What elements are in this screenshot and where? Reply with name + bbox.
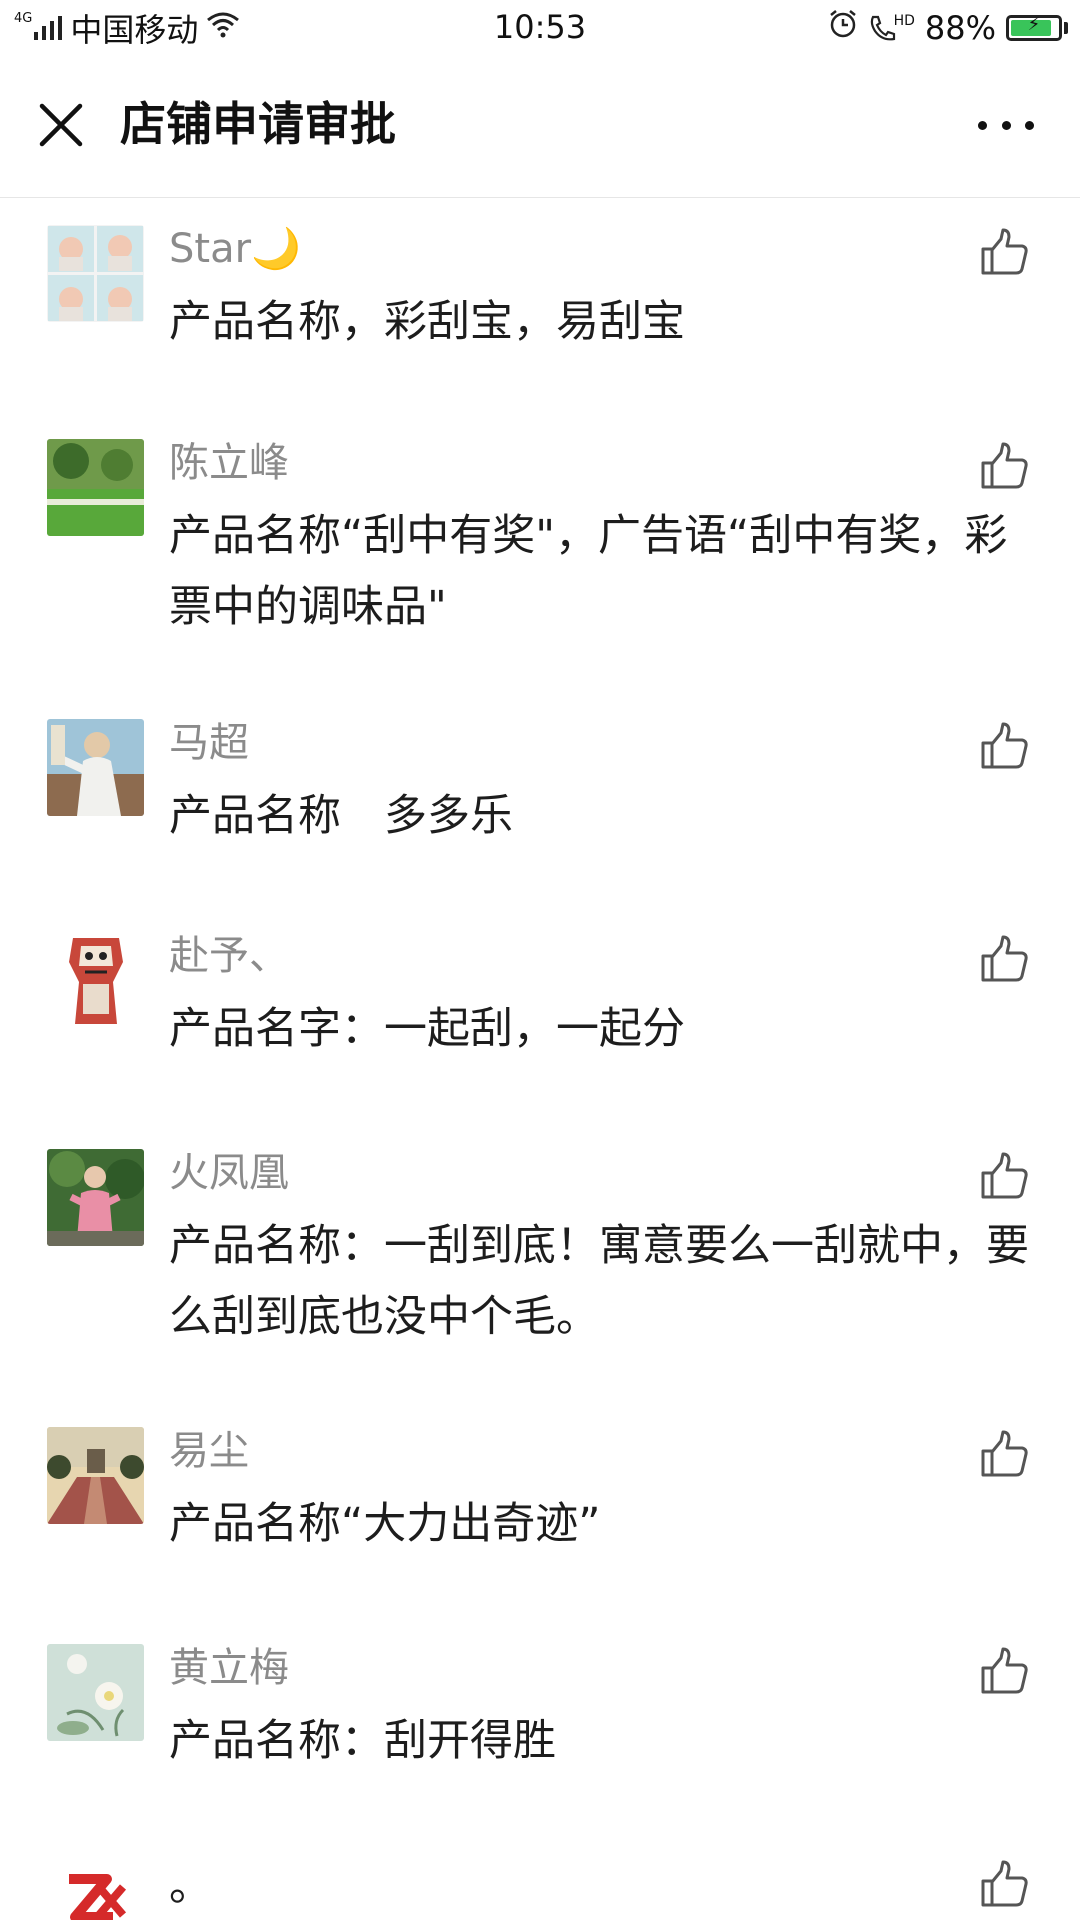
thumbs-up-icon[interactable] (980, 721, 1030, 771)
status-right: HD 88% ⚡ (828, 8, 1068, 48)
avatar[interactable] (47, 1149, 144, 1246)
status-bar: 4G 中国移动 10:53 HD 88% ⚡ (0, 0, 1080, 56)
avatar[interactable] (47, 932, 144, 1029)
comment-author[interactable]: 火凤凰 (169, 1145, 289, 1201)
comment-content: 产品名字：一起刮，一起分 (169, 1004, 685, 1054)
avatar[interactable] (47, 1427, 144, 1524)
page-title: 店铺申请审批 (120, 97, 396, 151)
comment-author[interactable]: Star🌙 (169, 221, 301, 277)
comment-content: 。 (169, 1861, 212, 1911)
avatar[interactable] (47, 225, 144, 322)
thumbs-up-icon[interactable] (980, 1151, 1030, 1201)
more-icon[interactable] (978, 110, 1034, 140)
comment-content: 产品名称，彩刮宝，易刮宝 (169, 297, 685, 347)
avatar[interactable] (47, 719, 144, 816)
comment-content: 产品名称：刮开得胜 (169, 1716, 556, 1766)
thumbs-up-icon[interactable] (980, 934, 1030, 984)
comment-content: 产品名称“大力出奇迹” (169, 1499, 601, 1549)
thumbs-up-icon[interactable] (980, 1429, 1030, 1479)
alarm-icon (828, 9, 858, 47)
thumbs-up-icon[interactable] (980, 441, 1030, 491)
comment-content: 产品名称 多多乐 (169, 791, 513, 841)
comment-author[interactable]: 陈立峰 (169, 435, 289, 491)
thumbs-up-icon[interactable] (980, 1859, 1030, 1909)
comment-author[interactable]: 易尘 (169, 1423, 249, 1479)
nav-bar: 店铺申请审批 (0, 56, 1080, 198)
comment-author[interactable]: 马超 (169, 715, 249, 771)
screen: 4G 中国移动 10:53 HD 88% ⚡ 店铺申请审批 Star🌙 产品名称… (0, 0, 1080, 1920)
comment-author[interactable]: 赴予、 (169, 928, 289, 984)
comment-author[interactable]: 黄立梅 (169, 1640, 289, 1696)
thumbs-up-icon[interactable] (980, 1646, 1030, 1696)
avatar[interactable] (47, 1644, 144, 1741)
avatar[interactable] (47, 439, 144, 536)
battery-percent: 88% (924, 9, 996, 47)
avatar[interactable] (47, 1857, 144, 1920)
battery-icon: ⚡ (1006, 14, 1068, 41)
hd-call-icon: HD (868, 13, 915, 43)
comment-content: 产品名称“刮中有奖"，广告语“刮中有奖，彩票中的调味品" (169, 511, 1008, 632)
thumbs-up-icon[interactable] (980, 227, 1030, 277)
close-icon[interactable] (36, 100, 86, 150)
comment-content: 产品名称：一刮到底！寓意要么一刮就中，要么刮到底也没中个毛。 (169, 1221, 1029, 1342)
hd-label: HD (893, 13, 915, 29)
